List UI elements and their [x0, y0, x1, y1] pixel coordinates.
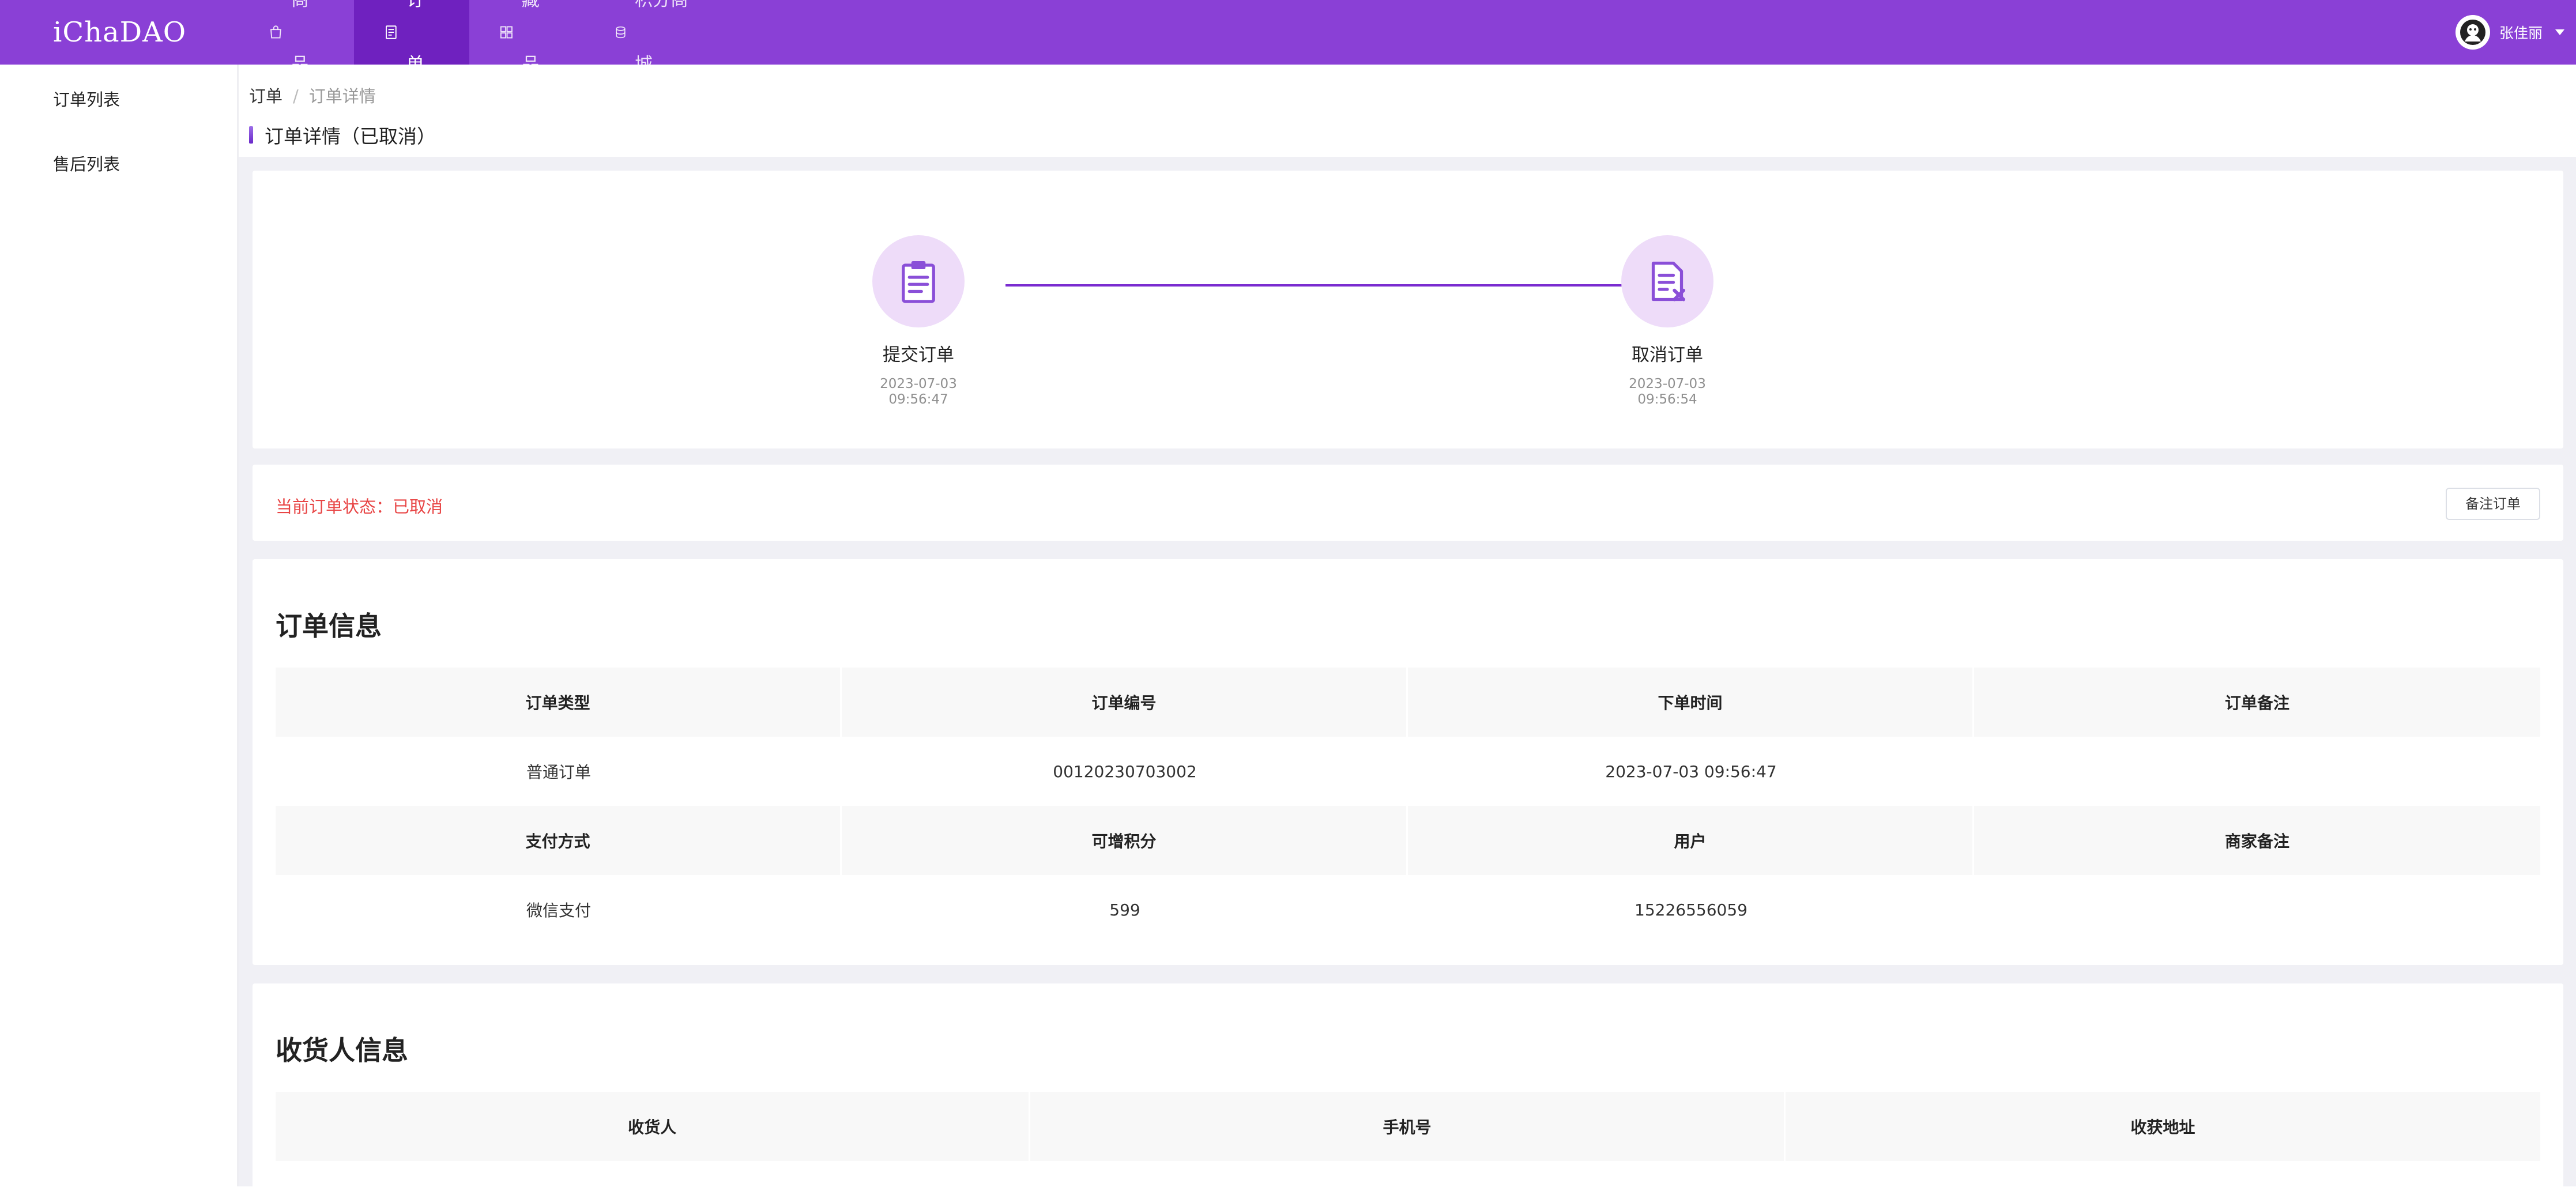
remark-order-button[interactable]: 备注订单	[2446, 488, 2540, 520]
table-row: 微信支付 599 15226556059	[276, 875, 2540, 944]
main-content: 订单 / 订单详情 订单详情（已取消） 提交订单 2023-07-03 09:56:…	[239, 65, 2576, 1191]
breadcrumb-root[interactable]: 订单	[249, 86, 283, 106]
breadcrumb-current: 订单详情	[308, 86, 376, 106]
progress-line	[1005, 284, 1640, 287]
order-status-text: 当前订单状态：已取消	[276, 497, 443, 517]
header-address: 收获地址	[1785, 1092, 2540, 1161]
user-name: 张佳丽	[2499, 25, 2543, 42]
receiver-info-card: 收货人信息 收货人 手机号 收获地址	[253, 983, 2563, 1191]
breadcrumb-separator: /	[293, 86, 299, 106]
order-info-card: 订单信息 订单类型 订单编号 下单时间 订单备注 普通订单 0012023070…	[253, 559, 2563, 965]
app-logo[interactable]: iChaDAO	[53, 13, 186, 52]
table-header-row: 收货人 手机号 收获地址	[276, 1092, 2540, 1161]
header-order-time: 下单时间	[1408, 668, 1974, 737]
step-cancel-label: 取消订单	[1632, 345, 1703, 365]
value-payment-method: 微信支付	[526, 901, 591, 920]
avatar	[2455, 15, 2490, 50]
sidebar-item-order-list[interactable]: 订单列表	[53, 86, 120, 111]
top-navbar: iChaDAO 商品 订单 藏品 积分商城 张佳丽	[0, 0, 2576, 75]
header-order-remark: 订单备注	[1974, 668, 2540, 737]
nav-item-products[interactable]: 商品	[239, 0, 354, 75]
header-phone: 手机号	[1030, 1092, 1786, 1161]
step-submit-circle	[872, 235, 965, 327]
header-earnable-points: 可增积分	[842, 806, 1408, 875]
order-status-card: 当前订单状态：已取消 备注订单	[253, 465, 2563, 541]
chevron-down-icon	[2555, 29, 2564, 35]
sidebar: 订单列表 售后列表	[0, 65, 239, 1186]
order-info-title: 订单信息	[276, 610, 382, 642]
header-order-type: 订单类型	[276, 668, 842, 737]
breadcrumb: 订单 / 订单详情	[249, 83, 376, 107]
page-title-text: 订单详情（已取消）	[265, 125, 436, 148]
step-submit-date: 2023-07-03	[880, 376, 957, 391]
step-submit-order: 提交订单 2023-07-03 09:56:47	[832, 235, 1005, 408]
receiver-info-table: 收货人 手机号 收获地址	[276, 1092, 2540, 1161]
order-info-table: 订单类型 订单编号 下单时间 订单备注 普通订单 00120230703002 …	[276, 668, 2540, 944]
step-cancel-time: 2023-07-03 09:56:54	[1581, 376, 1754, 408]
table-row: 普通订单 00120230703002 2023-07-03 09:56:47	[276, 737, 2540, 806]
user-avatar-icon	[2460, 20, 2485, 45]
step-submit-time: 2023-07-03 09:56:47	[832, 376, 1005, 408]
step-submit-clock: 09:56:47	[888, 392, 948, 407]
value-earnable-points: 599	[1109, 900, 1140, 919]
table-header-row: 订单类型 订单编号 下单时间 订单备注	[276, 668, 2540, 737]
coins-icon	[616, 26, 626, 39]
step-submit-label: 提交订单	[883, 345, 954, 365]
value-order-type: 普通订单	[526, 763, 591, 782]
header-merchant-remark: 商家备注	[1974, 806, 2540, 875]
nav-item-points-mall[interactable]: 积分商城	[585, 0, 723, 75]
nav-item-collections[interactable]: 藏品	[469, 0, 585, 75]
header-receiver: 收货人	[276, 1092, 1031, 1161]
grid-icon	[500, 26, 513, 39]
nav-item-orders[interactable]: 订单	[354, 0, 469, 75]
receiver-info-title: 收货人信息	[276, 1035, 408, 1066]
page-header: 订单 / 订单详情 订单详情（已取消）	[239, 65, 2576, 157]
document-icon	[386, 25, 397, 39]
value-order-remark	[1974, 737, 2540, 806]
order-progress-card: 提交订单 2023-07-03 09:56:47 取消订单 2023-07-03…	[253, 171, 2563, 448]
step-cancel-order: 取消订单 2023-07-03 09:56:54	[1581, 235, 1754, 408]
cancel-document-icon	[1651, 261, 1685, 301]
value-order-time: 2023-07-03 09:56:47	[1605, 762, 1777, 781]
value-order-number: 00120230703002	[1053, 762, 1197, 781]
value-user: 15226556059	[1635, 900, 1748, 919]
header-order-number: 订单编号	[842, 668, 1408, 737]
step-cancel-clock: 09:56:54	[1637, 392, 1697, 407]
step-cancel-date: 2023-07-03	[1629, 376, 1706, 391]
bag-icon	[270, 25, 281, 39]
page-title: 订单详情（已取消）	[249, 121, 436, 149]
user-menu[interactable]: 张佳丽	[2455, 15, 2564, 50]
step-cancel-circle	[1621, 235, 1713, 327]
header-user: 用户	[1408, 806, 1974, 875]
value-merchant-remark	[1974, 875, 2540, 944]
title-accent-bar	[249, 126, 253, 144]
clipboard-icon	[902, 261, 935, 303]
table-header-row: 支付方式 可增积分 用户 商家备注	[276, 806, 2540, 875]
sidebar-item-after-sales-list[interactable]: 售后列表	[53, 151, 120, 175]
header-payment-method: 支付方式	[276, 806, 842, 875]
